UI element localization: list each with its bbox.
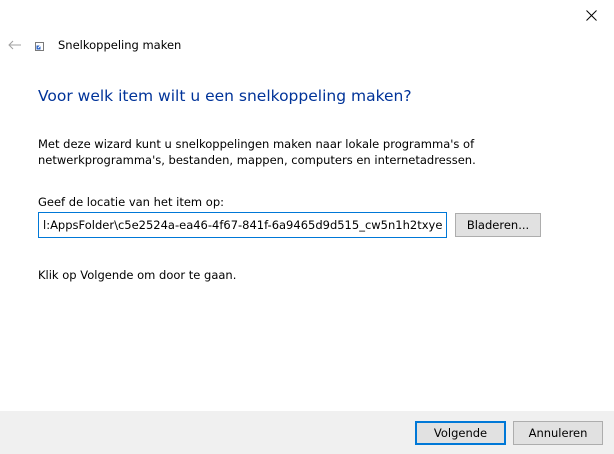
wizard-description: Met deze wizard kunt u snelkoppelingen m… — [38, 137, 476, 167]
location-label: Geef de locatie van het item op: — [38, 195, 225, 209]
wizard-title: Snelkoppeling maken — [58, 38, 182, 52]
next-button[interactable]: Volgende — [415, 421, 506, 445]
close-icon — [585, 9, 597, 21]
wizard-footer: Volgende Annuleren — [0, 411, 614, 454]
browse-button[interactable]: Bladeren... — [455, 213, 541, 237]
create-shortcut-window: Snelkoppeling maken Voor welk item wilt … — [0, 0, 614, 454]
page-heading: Voor welk item wilt u een snelkoppeling … — [38, 87, 412, 105]
shortcut-icon — [35, 42, 44, 51]
location-input[interactable] — [38, 212, 447, 238]
close-button[interactable] — [568, 0, 614, 30]
back-arrow-icon — [8, 40, 21, 50]
back-button[interactable] — [6, 36, 24, 54]
cancel-button[interactable]: Annuleren — [513, 421, 603, 445]
next-hint-text: Klik op Volgende om door te gaan. — [38, 268, 237, 282]
